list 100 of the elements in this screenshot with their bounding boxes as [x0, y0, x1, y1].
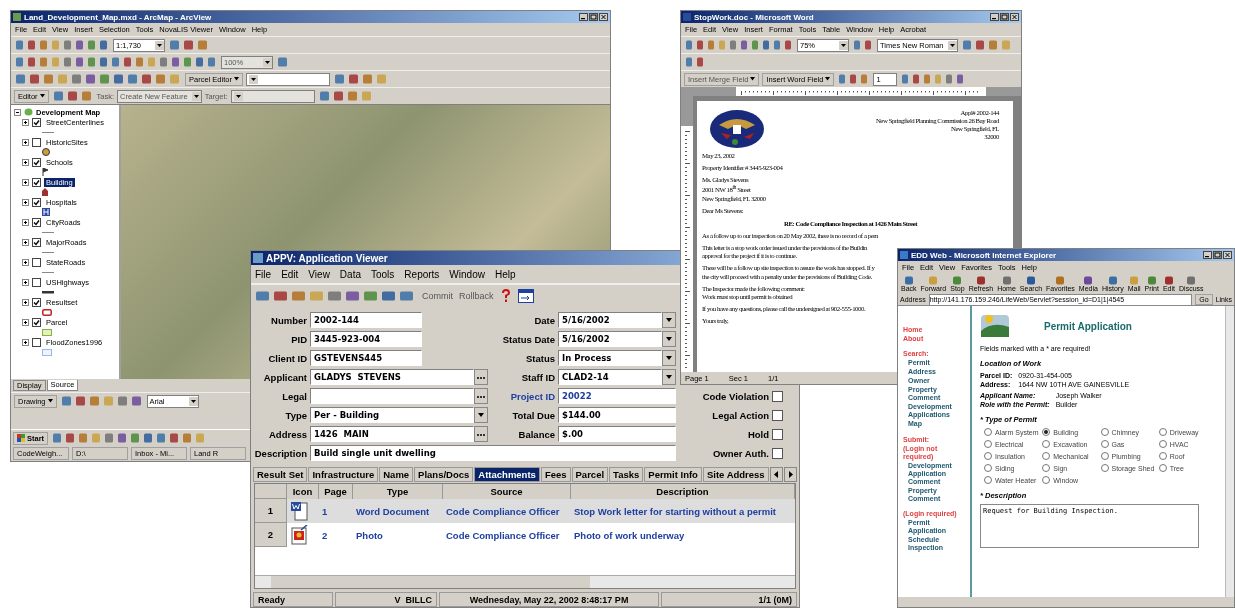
menu-item[interactable]: Edit: [281, 268, 299, 280]
help-icon[interactable]: [499, 289, 512, 303]
radio-button[interactable]: [1100, 440, 1109, 448]
toolbar-icons-drawing[interactable]: [317, 90, 374, 102]
window-icon[interactable]: [517, 289, 534, 303]
radio-button[interactable]: [984, 452, 992, 460]
expand-icon[interactable]: [22, 198, 29, 206]
toolbar-icons-drawing[interactable]: [254, 290, 416, 302]
expand-icon[interactable]: [22, 318, 29, 326]
layer-checkbox[interactable]: [32, 197, 41, 207]
tab[interactable]: Permit Info: [644, 466, 702, 482]
dropdown-arrow-icon[interactable]: [947, 40, 957, 50]
toolbar-icons-drawing[interactable]: [852, 39, 874, 51]
text-field[interactable]: 1426 MAIN: [310, 426, 474, 442]
checkbox[interactable]: [772, 428, 783, 440]
maximize-button[interactable]: [1213, 251, 1222, 259]
menu-item[interactable]: Tools: [371, 268, 395, 280]
expand-icon[interactable]: [22, 138, 29, 146]
radio-button[interactable]: [984, 476, 992, 484]
expand-icon[interactable]: [22, 178, 29, 186]
layer-checkbox[interactable]: [32, 337, 41, 347]
toolbar-icons-drawing[interactable]: [684, 56, 706, 68]
ellipsis-button[interactable]: [474, 426, 488, 442]
rollback-button[interactable]: Rollback: [459, 291, 494, 301]
field-label[interactable]: Project ID: [491, 390, 555, 402]
ellipsis-button[interactable]: [474, 388, 488, 404]
radio-button[interactable]: [1042, 464, 1051, 472]
layer-dropdown[interactable]: [245, 72, 330, 86]
layer-checkbox[interactable]: [32, 137, 41, 147]
checkbox[interactable]: [772, 390, 783, 402]
dropdown-arrow-icon[interactable]: [188, 396, 198, 406]
expand-icon[interactable]: [22, 118, 29, 126]
dropdown-arrow-icon[interactable]: [263, 57, 272, 67]
text-field[interactable]: Build single unit dwelling: [310, 445, 676, 461]
table-row[interactable]: 1 1 Word Document Code Compliance Officer Stop Work letter for starting without a permit: [255, 499, 795, 523]
text-field[interactable]: Per - Building: [310, 407, 474, 423]
toolbar-icons-drawing[interactable]: [51, 90, 94, 102]
tab[interactable]: Attachments: [474, 466, 540, 482]
menu-item[interactable]: File: [255, 268, 272, 280]
toolbar-icons-drawing[interactable]: [332, 73, 389, 85]
ellipsis-button[interactable]: [474, 369, 488, 385]
text-field[interactable]: 2002-144: [310, 312, 422, 328]
text-field[interactable]: CLAD2-14: [558, 369, 662, 385]
menu-item[interactable]: Window: [449, 268, 485, 280]
maximize-button[interactable]: [1000, 13, 1009, 21]
dropdown-arrow-icon[interactable]: [248, 74, 258, 84]
toolbar-icons-drawing[interactable]: [14, 39, 110, 51]
expand-icon[interactable]: [22, 338, 29, 346]
text-field[interactable]: $144.00: [558, 407, 676, 423]
radio-button[interactable]: [1100, 464, 1109, 472]
checkbox[interactable]: [772, 409, 783, 421]
corner-cell[interactable]: [255, 484, 287, 499]
maximize-button[interactable]: [589, 13, 598, 21]
tab[interactable]: Plans/Docs: [414, 466, 474, 482]
tab[interactable]: Site Address: [702, 466, 769, 482]
close-icon[interactable]: [1010, 13, 1019, 21]
layer-checkbox[interactable]: [32, 157, 41, 167]
vertical-scrollbar[interactable]: [1225, 306, 1234, 597]
radio-button[interactable]: [1100, 428, 1109, 436]
dropdown-arrow-icon[interactable]: [155, 40, 164, 50]
radio-button[interactable]: [1100, 452, 1109, 460]
scroll-left-button[interactable]: [769, 466, 783, 482]
tab[interactable]: Name: [379, 466, 414, 482]
text-field[interactable]: 5/16/2002: [558, 331, 662, 347]
radio-button[interactable]: [984, 440, 992, 448]
layer-checkbox[interactable]: [32, 217, 41, 227]
checkbox[interactable]: [772, 447, 783, 459]
expand-icon[interactable]: [22, 278, 29, 286]
expand-icon[interactable]: [22, 238, 29, 246]
collapse-icon[interactable]: [14, 108, 21, 116]
layer-checkbox[interactable]: [32, 237, 41, 247]
layer-checkbox[interactable]: [32, 257, 41, 267]
table-row[interactable]: 2 2 Photo Code Compliance Officer Photo of work underway: [255, 523, 795, 547]
text-field[interactable]: 3445-923-004: [310, 331, 422, 347]
expand-icon[interactable]: [22, 218, 29, 226]
tab[interactable]: Infrastructure: [308, 466, 379, 482]
tab[interactable]: Tasks: [609, 466, 644, 482]
close-icon[interactable]: [1223, 251, 1232, 259]
toolbar-icons-drawing[interactable]: [14, 73, 182, 85]
text-field[interactable]: 5/16/2002: [558, 312, 662, 328]
toolbar-icons-drawing[interactable]: [168, 39, 210, 51]
radio-button[interactable]: [1158, 452, 1167, 460]
radio-button[interactable]: [1158, 440, 1167, 448]
layer-checkbox[interactable]: [32, 297, 41, 307]
expand-icon[interactable]: [22, 158, 29, 166]
tab[interactable]: Parcel: [571, 466, 609, 482]
row-number[interactable]: 1: [255, 499, 287, 523]
toolbar-icons-drawing[interactable]: [14, 56, 218, 68]
menu-item[interactable]: Data: [339, 268, 361, 280]
radio-button[interactable]: [1042, 428, 1051, 436]
menu-item[interactable]: Help: [494, 268, 516, 280]
row-number[interactable]: 2: [255, 523, 287, 547]
layer-checkbox[interactable]: [32, 317, 41, 327]
layer-checkbox[interactable]: [32, 117, 41, 127]
radio-button[interactable]: [1042, 476, 1051, 484]
toolbar-icons-drawing[interactable]: [960, 39, 1013, 51]
menu-item[interactable]: Reports: [404, 268, 440, 280]
radio-button[interactable]: [1158, 428, 1167, 436]
radio-button[interactable]: [1158, 464, 1167, 472]
minimize-button[interactable]: [579, 13, 588, 21]
